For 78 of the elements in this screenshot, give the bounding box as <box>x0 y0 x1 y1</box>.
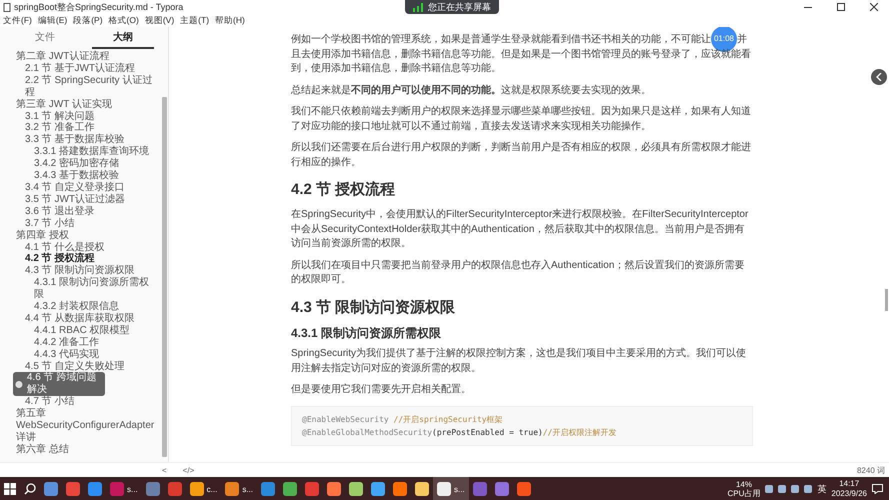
code-token: @EnableGlobalMethodSecurity <box>302 428 432 436</box>
code-token: //开启springSecurity框架 <box>394 414 503 424</box>
outline-item[interactable]: 4.4.2 准备工作 <box>34 336 100 349</box>
outline-item[interactable]: 4.5 节 自定义失败处理 <box>25 360 124 372</box>
menu-item[interactable]: 文件(F) <box>3 14 32 26</box>
outline-item[interactable]: 3.2 节 准备工作 <box>25 122 94 134</box>
outline-item[interactable]: 4.4.3 代码实现 <box>34 348 100 361</box>
outline-item[interactable]: 4.4.1 RBAC 权限模型 <box>34 324 130 337</box>
menu-item[interactable]: 格式(O) <box>108 14 139 26</box>
paragraph: 所以我们在项目中只需要把当前登录用户的权限信息也存入Authentication；然后设置我们的资源所需要的权限即可。 <box>291 258 746 287</box>
outline-item[interactable]: 第五章 WebSecurityConfigurerAdapter 详讲 <box>16 408 158 444</box>
subsection-heading: 4.3.1 限制访问资源所需权限 <box>291 326 442 340</box>
menu-item[interactable]: 视图(V) <box>144 14 174 26</box>
clock[interactable]: 14:17 2023/9/26 <box>831 479 867 499</box>
outline-item[interactable]: 4.2 节 授权流程 <box>25 253 94 266</box>
outline-item[interactable]: 3.3 节 基于数据库校验 <box>25 134 124 146</box>
outline-item[interactable]: 4.4 节 从数据库获取权限 <box>25 312 134 325</box>
outline-item[interactable]: 2.1 节 基于JWT认证流程 <box>25 62 136 75</box>
outline-item[interactable]: 3.7 节 小结 <box>25 218 74 230</box>
taskbar-app[interactable]: c... <box>186 477 222 500</box>
menu-item[interactable]: 段落(P) <box>73 14 103 26</box>
section-heading: 4.2 节 授权流程 <box>291 180 396 200</box>
maximize-icon <box>837 3 845 11</box>
outline-item[interactable]: 4.3.2 封装权限信息 <box>34 301 120 313</box>
outline-item[interactable]: 4.1 节 什么是授权 <box>25 242 104 254</box>
outline-item[interactable]: 4.3 节 限制访问资源权限 <box>25 265 134 278</box>
outline-item[interactable]: 第四章 授权 <box>16 230 69 242</box>
code-token: //开启权限注解开发 <box>542 428 616 436</box>
close-icon <box>870 3 878 11</box>
taskbar-app[interactable]: s... <box>221 477 258 500</box>
toast-icon <box>15 380 23 389</box>
paragraph: 我们不能只依赖前端去判断用户的权限来选择显示哪些菜单哪些按钮。因为如果只是这样，如果有人知道了对应功能的接口地址就可以不通过前端，直接去发送请求来实现相关功能操作。 <box>291 105 752 134</box>
share-banner: 您正在共享屏幕 <box>405 0 499 14</box>
collapse-button[interactable] <box>871 69 887 85</box>
section-heading: 4.3 节 限制访问资源权限 <box>291 298 456 318</box>
app-icon <box>3 2 11 12</box>
chevron-icon <box>876 73 882 81</box>
input-language[interactable]: 英 <box>817 482 826 496</box>
outline-item[interactable]: 3.6 节 退出登录 <box>25 206 94 218</box>
signal-icon <box>413 2 423 12</box>
outline-item[interactable]: 4.7 节 小结 <box>25 396 74 408</box>
outline-item[interactable]: 4.6 节 跨域问题解决 <box>26 372 105 396</box>
outline-item[interactable]: 第六章 总结 <box>16 444 69 456</box>
paragraph: 但是要使用它我们需要先开启相关配置。 <box>291 383 472 397</box>
minimize-icon <box>804 6 812 8</box>
cpu-meter: 14% CPU占用 <box>728 480 760 498</box>
menu-item[interactable]: 帮助(H) <box>215 14 245 26</box>
taskbar-app[interactable]: s... <box>106 477 142 500</box>
outline-item[interactable]: 2.2 节 SpringSecurity 认证过程 <box>25 74 158 99</box>
paragraph: 所以我们还需要在后台进行用户权限的判断，判断当前用户是否有相应的权限，必须具有所需权限才能进行相应的操作。 <box>291 141 752 170</box>
code-token: @EnableWebSecurity <box>302 414 390 424</box>
outline-item[interactable]: 3.3.1 搭建数据库查询环境 <box>34 146 150 158</box>
outline-item[interactable]: 4.3.1 限制访问资源所需权限 <box>34 277 158 302</box>
outline-item[interactable]: 第三章 JWT 认证实现 <box>16 98 112 111</box>
paragraph: SpringSecurity为我们提供了基于注解的权限控制方案，这也是我们项目中主要采用的方式。我们可以使用注解去指定访问对应的资源所需的权限。 <box>291 347 748 376</box>
menu-item[interactable]: 编辑(E) <box>38 14 68 26</box>
outline-item[interactable]: 3.1 节 解决问题 <box>25 110 94 122</box>
notification-icon[interactable] <box>872 484 883 494</box>
scrollbar-thumb[interactable] <box>162 97 167 457</box>
outline-item[interactable]: 3.4.2 密码加密存储 <box>34 158 120 170</box>
outline-item[interactable]: 第二章 JWT认证流程 <box>16 51 110 63</box>
outline-item[interactable]: 3.4 节 自定义登录接口 <box>25 182 124 194</box>
search-icon <box>24 483 36 495</box>
status-button[interactable]: < <box>162 466 171 474</box>
status-button[interactable]: </> <box>182 466 198 474</box>
word-count: 8240 词 <box>856 464 886 476</box>
taskbar-app[interactable]: s... <box>433 477 469 500</box>
window-title: springBoot整合SpringSecurity.md - Typora <box>14 0 184 14</box>
paragraph: 总结起来就是不同的用户可以使用不同的功能。这就是权限系统要去实现的效果。 <box>291 84 652 98</box>
sidebar-tab[interactable]: 大纲 <box>92 27 154 49</box>
code-token: (prePostEnabled = true) <box>432 428 543 436</box>
scrollbar-thumb[interactable] <box>885 289 888 311</box>
windows-icon <box>4 483 16 495</box>
menu-item[interactable]: 主题(T) <box>180 14 210 26</box>
paragraph: 在SpringSecurity中，会使用默认的FilterSecurityInterceptor来进行权限校验。在FilterSecurityInterceptor中会从SecurityContextHolder获取其中的Authentication，然后获取其中的权限信息。当前用户是否拥有访问当前资源所需的权限。 <box>291 208 750 251</box>
outline-item[interactable]: 3.5 节 JWT认证过滤器 <box>25 194 126 206</box>
outline-item[interactable]: 3.4.3 基于数据校验 <box>34 170 120 182</box>
sidebar-tab[interactable]: 文件 <box>14 27 76 49</box>
